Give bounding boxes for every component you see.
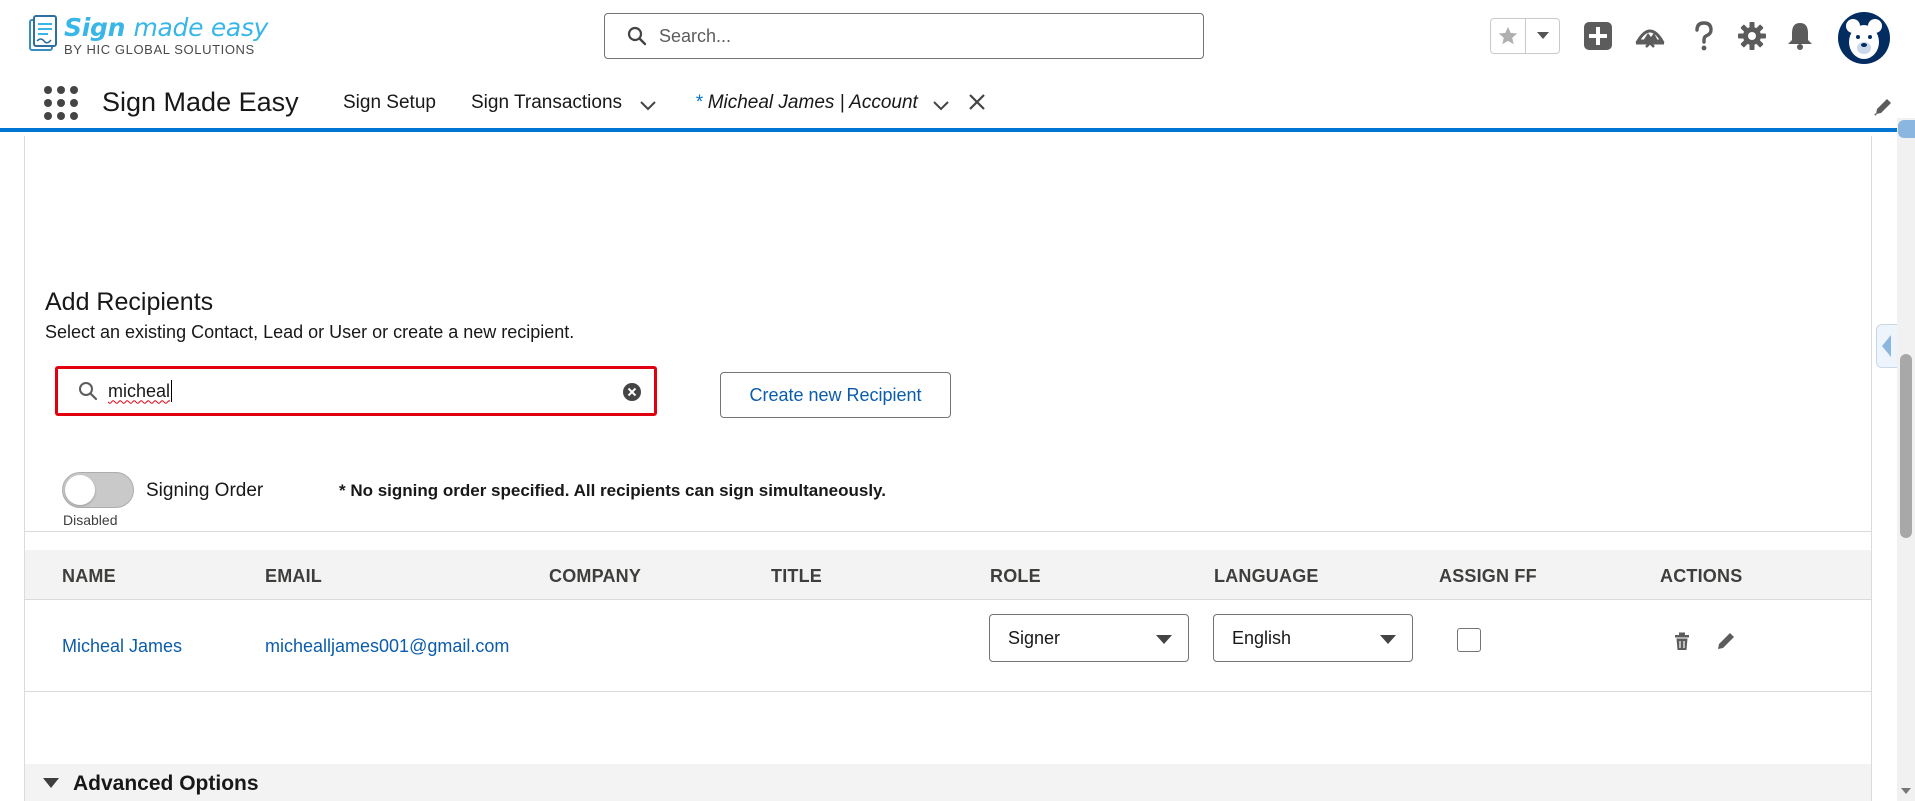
- favorites-dropdown-button[interactable]: [1526, 19, 1559, 53]
- clear-search-icon[interactable]: [622, 382, 642, 402]
- global-header: Sign made easy BY HIC GLOBAL SOLUTIONS: [0, 0, 1915, 74]
- column-header-company: COMPANY: [549, 566, 642, 586]
- column-header-title: TITLE: [771, 566, 822, 586]
- column-header-language: LANGUAGE: [1214, 566, 1319, 586]
- caret-down-icon: [1380, 635, 1396, 644]
- delete-trash-icon[interactable]: [1671, 630, 1693, 652]
- trailhead-guidance-button[interactable]: [1632, 18, 1668, 54]
- logo-subtitle: BY HIC GLOBAL SOLUTIONS: [64, 42, 255, 57]
- text-caret: [171, 380, 173, 402]
- signing-order-toggle[interactable]: [62, 472, 134, 508]
- table-row: Micheal James michealljames001@gmail.com…: [25, 600, 1871, 692]
- search-icon: [79, 382, 98, 401]
- column-header-assign-ff: ASSIGN FF: [1439, 566, 1537, 586]
- chevron-down-icon[interactable]: [931, 96, 951, 116]
- column-header-name: NAME: [62, 566, 116, 586]
- side-panel-tab[interactable]: [1876, 324, 1898, 368]
- logo-title-bold: Sign: [64, 13, 126, 42]
- bell-icon: [1788, 23, 1812, 50]
- tab-label: Micheal James | Account: [707, 92, 918, 113]
- column-header-role: ROLE: [990, 566, 1041, 586]
- column-header-email: EMAIL: [265, 566, 322, 586]
- recipients-table-header: NAME EMAIL COMPANY TITLE ROLE LANGUAGE A…: [25, 550, 1871, 600]
- edit-pencil-icon[interactable]: [1715, 630, 1737, 652]
- role-select-value: Signer: [1008, 627, 1061, 648]
- global-actions-button[interactable]: [1580, 18, 1616, 54]
- star-icon: [1499, 26, 1518, 45]
- app-launcher-icon[interactable]: [42, 84, 78, 120]
- trailhead-icon: [1635, 29, 1665, 48]
- scrollbar-thumb[interactable]: [1900, 354, 1912, 538]
- chevron-left-icon: [1882, 335, 1891, 357]
- signing-order-status: Disabled: [63, 512, 118, 528]
- recipient-name-link[interactable]: Micheal James: [62, 636, 182, 657]
- nav-item-sign-setup[interactable]: Sign Setup: [343, 92, 436, 114]
- scroll-down-arrow-icon[interactable]: [1901, 788, 1911, 794]
- main-content: Add Recipients Select an existing Contac…: [0, 136, 1915, 801]
- close-tab-button[interactable]: [966, 90, 988, 114]
- recipient-search-value: micheal: [108, 380, 171, 401]
- caret-down-icon: [1156, 635, 1172, 644]
- notifications-button[interactable]: [1782, 18, 1818, 54]
- edit-nav-pencil-icon[interactable]: [1872, 96, 1894, 118]
- global-search-box[interactable]: [604, 13, 1204, 59]
- document-logo-icon: [26, 14, 58, 56]
- caret-down-icon: [43, 778, 59, 788]
- toggle-knob: [65, 475, 95, 505]
- add-recipients-description: Select an existing Contact, Lead or User…: [45, 322, 575, 342]
- search-icon: [627, 26, 647, 46]
- help-button[interactable]: [1686, 18, 1722, 54]
- setup-button[interactable]: [1734, 18, 1770, 54]
- assign-ff-checkbox[interactable]: [1457, 628, 1481, 652]
- help-icon: [1695, 21, 1713, 51]
- divider: [25, 531, 1871, 532]
- add-icon: [1584, 22, 1612, 50]
- utility-tab-top[interactable]: [1898, 120, 1915, 138]
- close-icon: [969, 94, 985, 110]
- language-select-value: English: [1232, 627, 1292, 648]
- role-select[interactable]: Signer: [989, 614, 1189, 662]
- app-navigation-bar: Sign Made Easy Sign Setup Sign Transacti…: [0, 74, 1915, 132]
- unsaved-marker: *: [695, 92, 703, 113]
- global-search-input[interactable]: [659, 25, 1179, 47]
- language-select[interactable]: English: [1213, 614, 1413, 662]
- recipient-search-input[interactable]: micheal: [55, 366, 657, 416]
- recipients-card: Add Recipients Select an existing Contac…: [24, 136, 1872, 801]
- app-name: Sign Made Easy: [102, 87, 299, 117]
- favorites-star-button[interactable]: [1491, 19, 1527, 53]
- signing-order-note: * No signing order specified. All recipi…: [339, 481, 886, 500]
- signing-order-label: Signing Order: [146, 480, 264, 501]
- avatar-bear-icon: [1846, 19, 1882, 59]
- chevron-down-icon: [1536, 32, 1549, 39]
- create-new-recipient-button[interactable]: Create new Recipient: [720, 372, 951, 418]
- favorites-group: [1490, 18, 1560, 54]
- setup-gear-icon: [1738, 22, 1766, 50]
- column-header-actions: ACTIONS: [1660, 566, 1743, 586]
- sign-made-easy-logo[interactable]: Sign made easy BY HIC GLOBAL SOLUTIONS: [26, 14, 268, 57]
- tab-micheal-james-account[interactable]: * Micheal James | Account: [695, 92, 918, 114]
- nav-item-sign-transactions[interactable]: Sign Transactions: [471, 92, 622, 114]
- user-avatar[interactable]: [1838, 12, 1890, 64]
- chevron-down-icon[interactable]: [638, 96, 658, 116]
- logo-title-light: made easy: [133, 13, 269, 42]
- add-recipients-heading: Add Recipients: [45, 288, 214, 316]
- recipient-email-link[interactable]: michealljames001@gmail.com: [265, 636, 509, 657]
- advanced-options-header[interactable]: Advanced Options: [25, 764, 1871, 801]
- advanced-options-label: Advanced Options: [73, 772, 259, 795]
- page-scrollbar[interactable]: [1897, 118, 1915, 801]
